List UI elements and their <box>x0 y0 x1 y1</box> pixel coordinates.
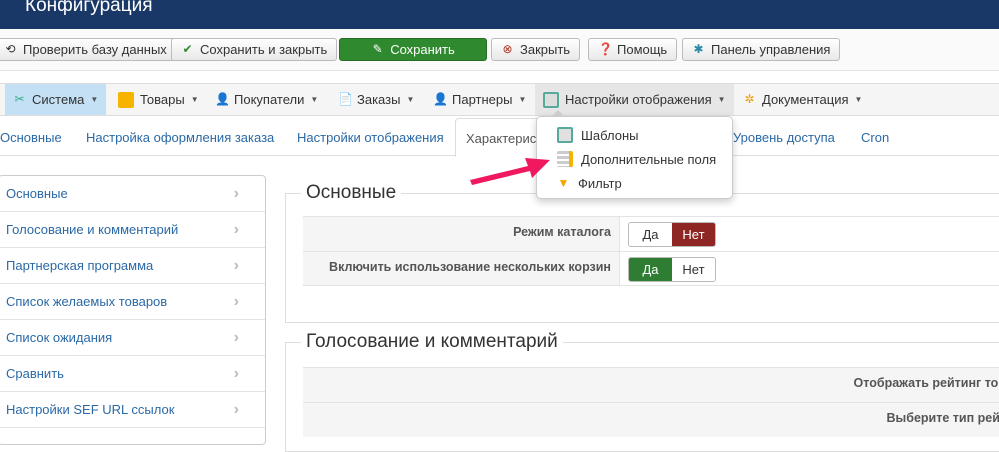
annotation-arrow <box>470 158 550 185</box>
